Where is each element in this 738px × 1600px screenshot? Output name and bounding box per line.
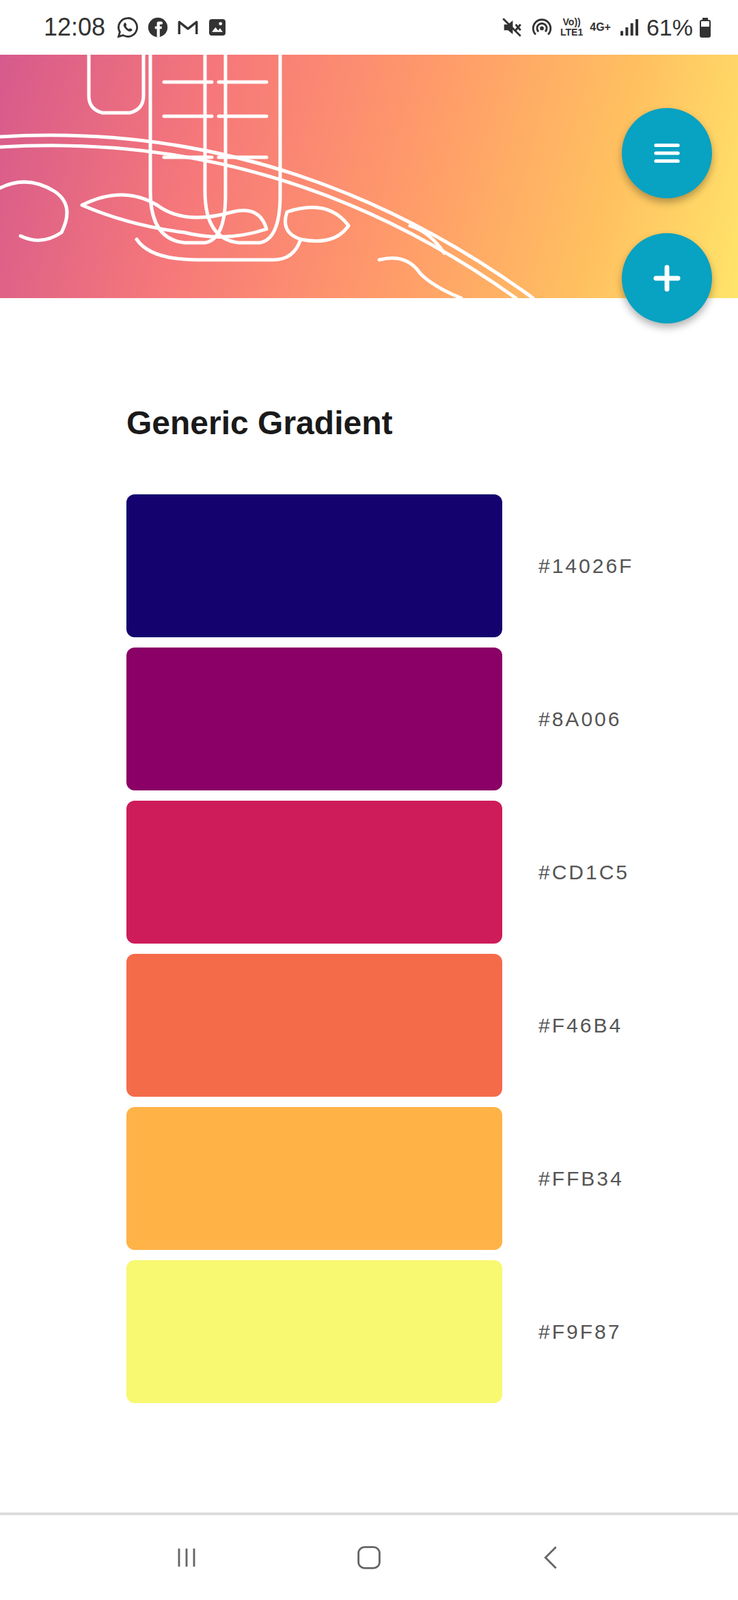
network-type: 4G+	[589, 21, 611, 34]
plus-icon	[651, 262, 683, 294]
menu-button[interactable]	[621, 107, 713, 199]
add-button[interactable]	[621, 233, 713, 324]
hex-label[interactable]: #F9F87	[538, 1319, 622, 1343]
gmail-icon	[176, 15, 200, 39]
swatch-list: #14026F #8A006 #CD1C5 #F46B4 #FFB34 #F9F87	[126, 494, 738, 1403]
color-swatch[interactable]	[126, 647, 503, 790]
color-swatch[interactable]	[126, 800, 503, 943]
hotspot-icon	[530, 15, 554, 39]
whatsapp-icon	[116, 15, 140, 39]
recents-icon	[171, 1541, 202, 1572]
hamburger-icon	[651, 137, 683, 169]
status-time: 12:08	[43, 12, 106, 42]
hex-label[interactable]: #8A006	[538, 707, 622, 731]
gallery-icon	[206, 16, 229, 39]
navigation-bar	[0, 1511, 738, 1599]
facebook-icon	[146, 15, 170, 39]
swatch-row[interactable]: #FFB34	[126, 1106, 738, 1250]
mute-icon	[500, 15, 524, 39]
volte-indicator: Vo))LTE1	[560, 17, 583, 38]
color-swatch[interactable]	[126, 1259, 503, 1403]
swatch-row[interactable]: #F9F87	[126, 1259, 738, 1403]
status-bar: 12:08 Vo))LTE1 4G+ 61%	[0, 0, 738, 55]
battery-icon	[699, 17, 711, 38]
hex-label[interactable]: #FFB34	[538, 1166, 624, 1190]
hex-label[interactable]: #F46B4	[538, 1013, 623, 1037]
battery-percent: 61%	[646, 14, 693, 41]
palette: Generic Gradient #14026F #8A006 #CD1C5 #F46B…	[0, 297, 738, 1403]
recents-button[interactable]	[164, 1534, 209, 1579]
hex-label[interactable]: #CD1C5	[538, 860, 630, 884]
back-button[interactable]	[529, 1534, 574, 1579]
palette-title: Generic Gradient	[126, 403, 738, 443]
signal-icon	[617, 16, 640, 39]
back-icon	[536, 1541, 567, 1572]
hex-label[interactable]: #14026F	[538, 554, 634, 578]
home-icon	[353, 1541, 385, 1572]
home-button[interactable]	[347, 1534, 391, 1579]
app-screen: 12:08 Vo))LTE1 4G+ 61% Generic Gradient #1402…	[0, 0, 738, 1599]
color-swatch[interactable]	[126, 953, 503, 1097]
swatch-row[interactable]: #14026F	[126, 494, 738, 637]
swatch-row[interactable]: #CD1C5	[126, 800, 738, 943]
color-swatch[interactable]	[126, 1106, 503, 1250]
swatch-row[interactable]: #8A006	[126, 647, 738, 790]
swatch-row[interactable]: #F46B4	[126, 953, 738, 1097]
color-swatch[interactable]	[126, 494, 503, 637]
